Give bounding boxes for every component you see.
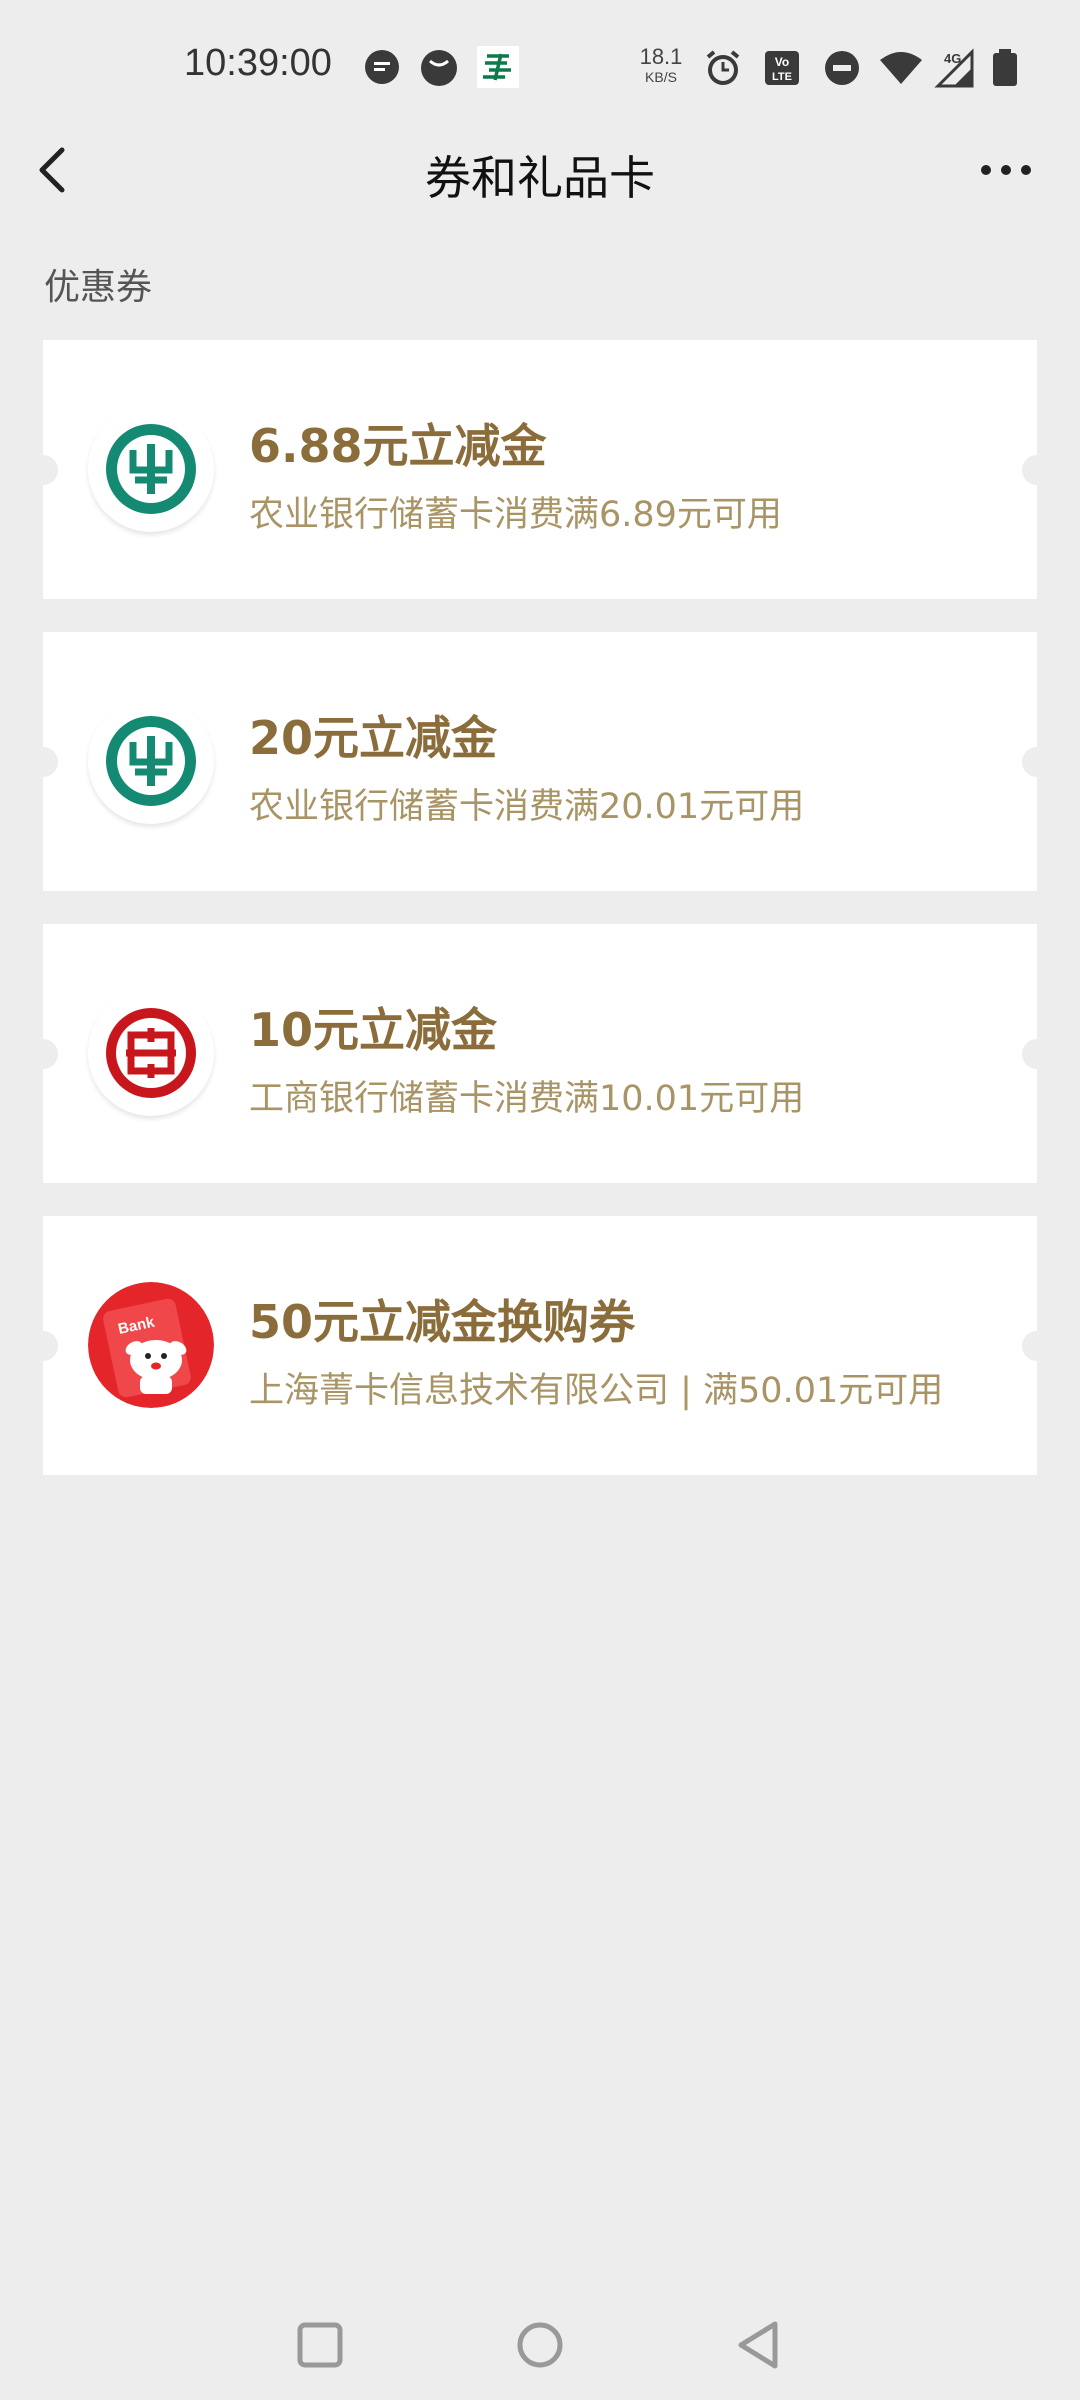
status-bar: 10:39:00 18.1 KB/S Vo LTE 4G (0, 0, 1080, 130)
coupon-description: 工商银行储蓄卡消费满10.01元可用 (249, 1079, 805, 1119)
recents-square-icon (297, 2322, 343, 2368)
ticket-notch (28, 1331, 58, 1361)
top-bar: 券和礼品卡 (0, 120, 1080, 220)
smiley-icon (421, 50, 457, 86)
coupon-description: 上海菁卡信息技术有限公司 | 满50.01元可用 (249, 1371, 944, 1411)
coupon-card[interactable]: 10元立减金 工商银行储蓄卡消费满10.01元可用 (28, 924, 1052, 1183)
ticket-notch (28, 747, 58, 777)
ticket-notch (1022, 455, 1052, 485)
wifi-icon (880, 52, 922, 84)
back-triangle-icon (738, 2321, 778, 2369)
page-title: 券和礼品卡 (425, 152, 655, 204)
ticket-notch (28, 1039, 58, 1069)
svg-text:LTE: LTE (772, 71, 792, 83)
more-dots-icon (981, 165, 1031, 175)
home-circle-icon (517, 2322, 563, 2368)
volte-icon: Vo LTE (765, 51, 799, 85)
coupon-card[interactable]: 20元立减金 农业银行储蓄卡消费满20.01元可用 (28, 632, 1052, 891)
coupon-description: 农业银行储蓄卡消费满6.89元可用 (249, 495, 782, 535)
coupon-card[interactable]: Bank 50元立减金换购券 上海菁卡信息技术有限公司 | 满50.01元可用 (28, 1216, 1052, 1475)
icbc-bank-logo (88, 990, 214, 1116)
ticket-notch (1022, 747, 1052, 777)
system-nav-bar (0, 2290, 1080, 2400)
coupon-title: 10元立减金 (249, 1003, 498, 1057)
coupon-card[interactable]: 6.88元立减金 农业银行储蓄卡消费满6.89元可用 (28, 340, 1052, 599)
alarm-icon (706, 50, 740, 85)
jd-finance-mascot-logo: Bank (88, 1282, 214, 1408)
net-speed-unit: KB/S (645, 69, 677, 85)
status-time: 10:39:00 (184, 42, 332, 84)
section-label-coupons: 优惠券 (44, 267, 153, 308)
net-speed: 18.1 KB/S (636, 44, 686, 85)
battery-icon (993, 49, 1017, 86)
coupon-description: 农业银行储蓄卡消费满20.01元可用 (249, 787, 805, 827)
ticket-notch (1022, 1331, 1052, 1361)
recents-button[interactable] (285, 2310, 355, 2380)
svg-text:Vo: Vo (775, 55, 789, 69)
ticket-notch (28, 455, 58, 485)
signal-4g-icon: 4G (934, 48, 974, 88)
net-speed-value: 18.1 (639, 44, 683, 69)
coupon-title: 6.88元立减金 (249, 419, 547, 473)
svg-text:4G: 4G (944, 51, 961, 66)
ticket-notch (1022, 1039, 1052, 1069)
abc-bank-logo (88, 698, 214, 824)
do-not-disturb-icon (825, 51, 859, 85)
more-options-button[interactable] (972, 140, 1040, 200)
abc-bank-logo (88, 406, 214, 532)
message-bubble-icon (365, 50, 399, 84)
nav-back-button[interactable] (725, 2310, 795, 2380)
home-button[interactable] (505, 2310, 575, 2380)
china-post-app-icon (477, 46, 519, 88)
coupon-title: 50元立减金换购券 (249, 1295, 636, 1349)
coupon-title: 20元立减金 (249, 711, 498, 765)
